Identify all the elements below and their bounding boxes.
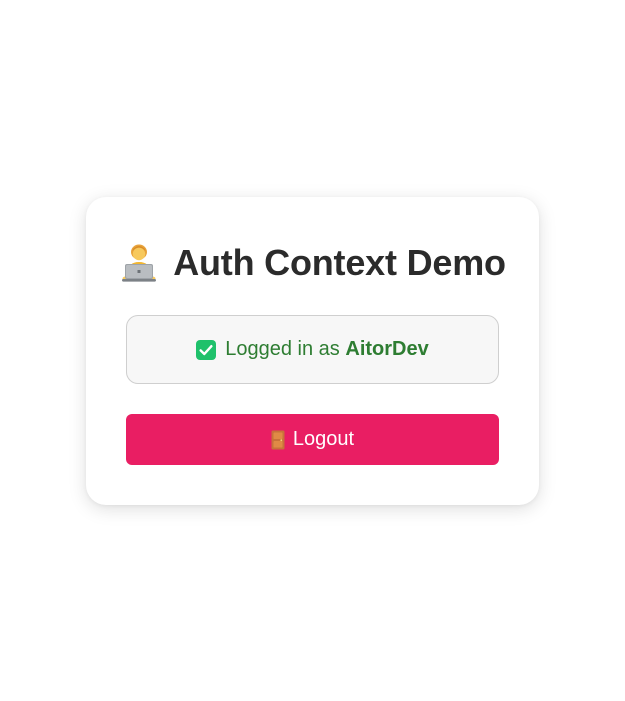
technologist-icon (119, 243, 159, 283)
page-title: Auth Context Demo (173, 242, 506, 283)
logout-button[interactable]: Logout (126, 414, 499, 465)
logged-in-username: AitorDev (345, 338, 429, 360)
check-mark-button-icon (196, 339, 217, 360)
login-status-box: Logged in as AitorDev (126, 315, 499, 384)
door-icon (271, 430, 285, 450)
auth-card: Auth Context Demo Logged in as AitorDev (86, 197, 539, 505)
login-status-prefix: Logged in as (225, 338, 340, 360)
logout-button-label: Logout (292, 428, 355, 450)
card-header: Auth Context Demo (86, 237, 539, 289)
page: Auth Context Demo Logged in as AitorDev (0, 0, 625, 701)
login-status-text: Logged in as AitorDev (225, 338, 428, 361)
